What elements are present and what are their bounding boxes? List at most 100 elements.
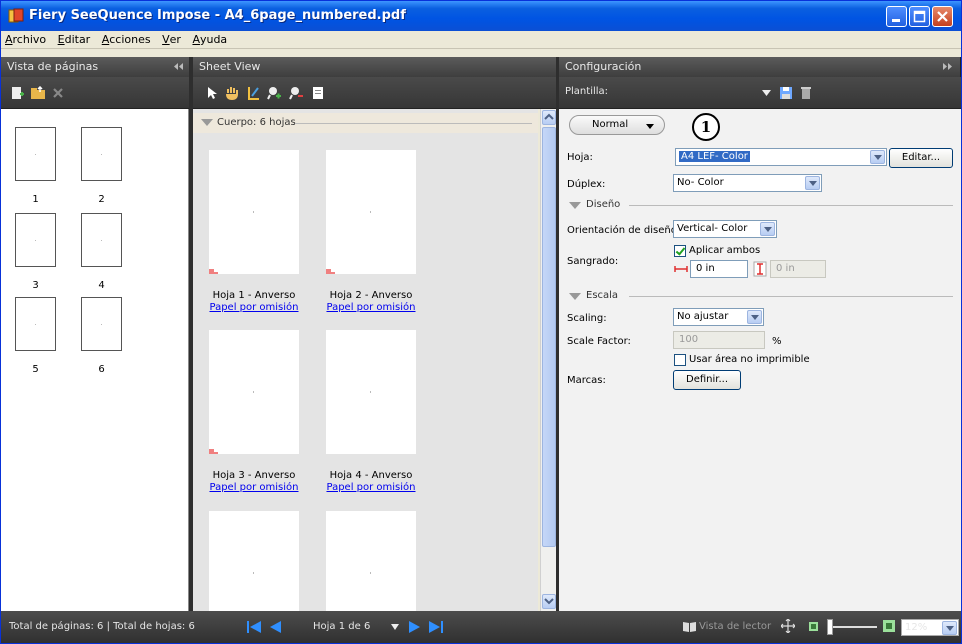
- next-page-icon[interactable]: [407, 620, 423, 634]
- save-template-icon[interactable]: [779, 86, 793, 100]
- delete-icon[interactable]: [51, 86, 65, 100]
- last-page-icon[interactable]: [428, 620, 444, 634]
- trim-tool-icon[interactable]: [247, 86, 261, 100]
- scroll-down-button[interactable]: [542, 594, 556, 609]
- template-dropdown-icon[interactable]: [762, 90, 771, 96]
- page-view-header: Vista de páginas: [1, 57, 190, 77]
- application-window: Fiery SeeQuence Impose - A4_6page_number…: [0, 0, 962, 644]
- open-folder-icon[interactable]: [31, 86, 45, 100]
- scaling-label: Scaling:: [567, 313, 607, 324]
- scale-section[interactable]: Escala: [569, 290, 953, 302]
- page-view-toolbar: [1, 77, 190, 109]
- add-page-icon[interactable]: [11, 86, 25, 100]
- pointer-tool-icon[interactable]: [205, 86, 219, 100]
- paper-link[interactable]: Papel por omisión: [311, 482, 431, 493]
- menu-editar[interactable]: Editar: [54, 31, 95, 46]
- sheet-thumbnail[interactable]: [326, 511, 416, 611]
- sheet-select[interactable]: A4 LEF- Color: [675, 148, 887, 166]
- horizontal-bleed-input[interactable]: 0 in: [690, 260, 748, 278]
- duplex-label: Dúplex:: [567, 179, 606, 190]
- mode-dropdown[interactable]: Normal: [569, 115, 665, 135]
- menu-bar: Archivo Editar Acciones Ver Ayuda: [1, 31, 961, 49]
- close-button[interactable]: [932, 6, 953, 27]
- scroll-up-button[interactable]: [542, 110, 556, 125]
- sheet-view-title: Sheet View: [199, 60, 261, 73]
- page-number: 3: [32, 280, 39, 291]
- zoom-in-tool-icon[interactable]: [267, 86, 281, 100]
- menu-acciones[interactable]: Acciones: [98, 31, 155, 46]
- divider: [295, 123, 532, 124]
- use-nonprintable-label: Usar área no imprimible: [689, 354, 810, 365]
- delete-template-icon[interactable]: [799, 86, 813, 100]
- paper-link[interactable]: Papel por omisión: [194, 302, 314, 313]
- fit-to-window-icon[interactable]: [781, 619, 795, 633]
- close-icon: [937, 11, 948, 22]
- menu-ayuda[interactable]: Ayuda: [188, 31, 231, 46]
- minimize-button[interactable]: [886, 6, 907, 27]
- maximize-button[interactable]: [909, 6, 930, 27]
- app-icon: [8, 8, 24, 23]
- template-label: Plantilla:: [565, 86, 609, 97]
- scaling-select[interactable]: No ajustar: [673, 308, 764, 326]
- zoom-out-tool-icon[interactable]: [289, 86, 303, 100]
- mode-value: Normal: [592, 119, 629, 130]
- page-thumbnail[interactable]: [15, 213, 56, 267]
- edit-button[interactable]: Editar...: [889, 148, 953, 168]
- page-number: 2: [98, 194, 105, 205]
- page-thumbnail[interactable]: [15, 127, 56, 181]
- status-bar: Total de páginas: 6 | Total de hojas: 6 …: [1, 611, 961, 643]
- sheet-preview-icon[interactable]: [311, 86, 325, 100]
- paper-link[interactable]: Papel por omisión: [194, 482, 314, 493]
- collapse-right-icon[interactable]: [943, 63, 952, 70]
- design-section[interactable]: Diseño: [569, 199, 953, 211]
- sheet-thumbnail[interactable]: [209, 150, 299, 274]
- orientation-select[interactable]: Vertical- Color: [673, 220, 777, 238]
- zoom-in-small-icon[interactable]: [883, 620, 895, 632]
- zoom-slider-track[interactable]: [827, 626, 877, 628]
- collapse-left-icon[interactable]: [174, 63, 183, 70]
- sheet-label: Hoja 3 - Anverso: [212, 470, 296, 481]
- sheet-thumbnail[interactable]: [209, 511, 299, 611]
- scale-factor-label: Scale Factor:: [567, 336, 631, 347]
- title-bar[interactable]: Fiery SeeQuence Impose - A4_6page_number…: [1, 1, 961, 31]
- dropdown-arrow-icon: [942, 621, 957, 635]
- template-bar: Plantilla:: [559, 77, 961, 109]
- reader-view-button[interactable]: Vista de lector: [699, 621, 771, 632]
- apply-both-label: Aplicar ambos: [689, 245, 761, 256]
- scroll-thumb[interactable]: [542, 127, 556, 547]
- page-thumbnail[interactable]: [81, 213, 122, 267]
- use-nonprintable-checkbox[interactable]: [674, 354, 686, 366]
- body-section-header[interactable]: Cuerpo: 6 hojas: [193, 113, 538, 133]
- sheet-view-scrollbar[interactable]: [540, 109, 556, 611]
- hand-tool-icon[interactable]: [225, 86, 239, 100]
- sheet-label: Hoja 4 - Anverso: [329, 470, 413, 481]
- sheet-thumbnail[interactable]: [326, 150, 416, 274]
- configuration-header: Configuración: [559, 57, 961, 77]
- page-thumbnail[interactable]: [81, 297, 122, 351]
- page-number: 1: [32, 194, 39, 205]
- sheet-thumbnail[interactable]: [209, 330, 299, 454]
- page-thumbnail[interactable]: [15, 297, 56, 351]
- collapse-triangle-icon[interactable]: [201, 119, 213, 126]
- apply-both-checkbox[interactable]: [674, 245, 686, 257]
- previous-page-icon[interactable]: [267, 620, 283, 634]
- sheet-label: Hoja 1 - Anverso: [212, 290, 296, 301]
- zoom-slider-handle[interactable]: [827, 619, 833, 635]
- zoom-select[interactable]: 12%: [901, 619, 959, 636]
- collapse-triangle-icon: [569, 202, 581, 209]
- zoom-value: 12%: [905, 622, 928, 633]
- design-section-title: Diseño: [586, 199, 621, 210]
- sheet-thumbnail[interactable]: [326, 330, 416, 454]
- page-thumbnail[interactable]: [81, 127, 122, 181]
- first-page-icon[interactable]: [246, 620, 262, 634]
- orientation-label: Orientación de diseño:: [567, 225, 681, 236]
- menu-archivo[interactable]: Archivo: [1, 31, 50, 46]
- configuration-title: Configuración: [565, 60, 642, 73]
- paper-link[interactable]: Papel por omisión: [311, 302, 431, 313]
- define-marks-button[interactable]: Definir...: [673, 370, 741, 390]
- duplex-select[interactable]: No- Color: [673, 174, 822, 192]
- zoom-out-small-icon[interactable]: [809, 622, 818, 631]
- reader-view-icon[interactable]: [683, 621, 696, 632]
- page-dropdown-icon[interactable]: [391, 624, 399, 630]
- menu-ver[interactable]: Ver: [158, 31, 185, 46]
